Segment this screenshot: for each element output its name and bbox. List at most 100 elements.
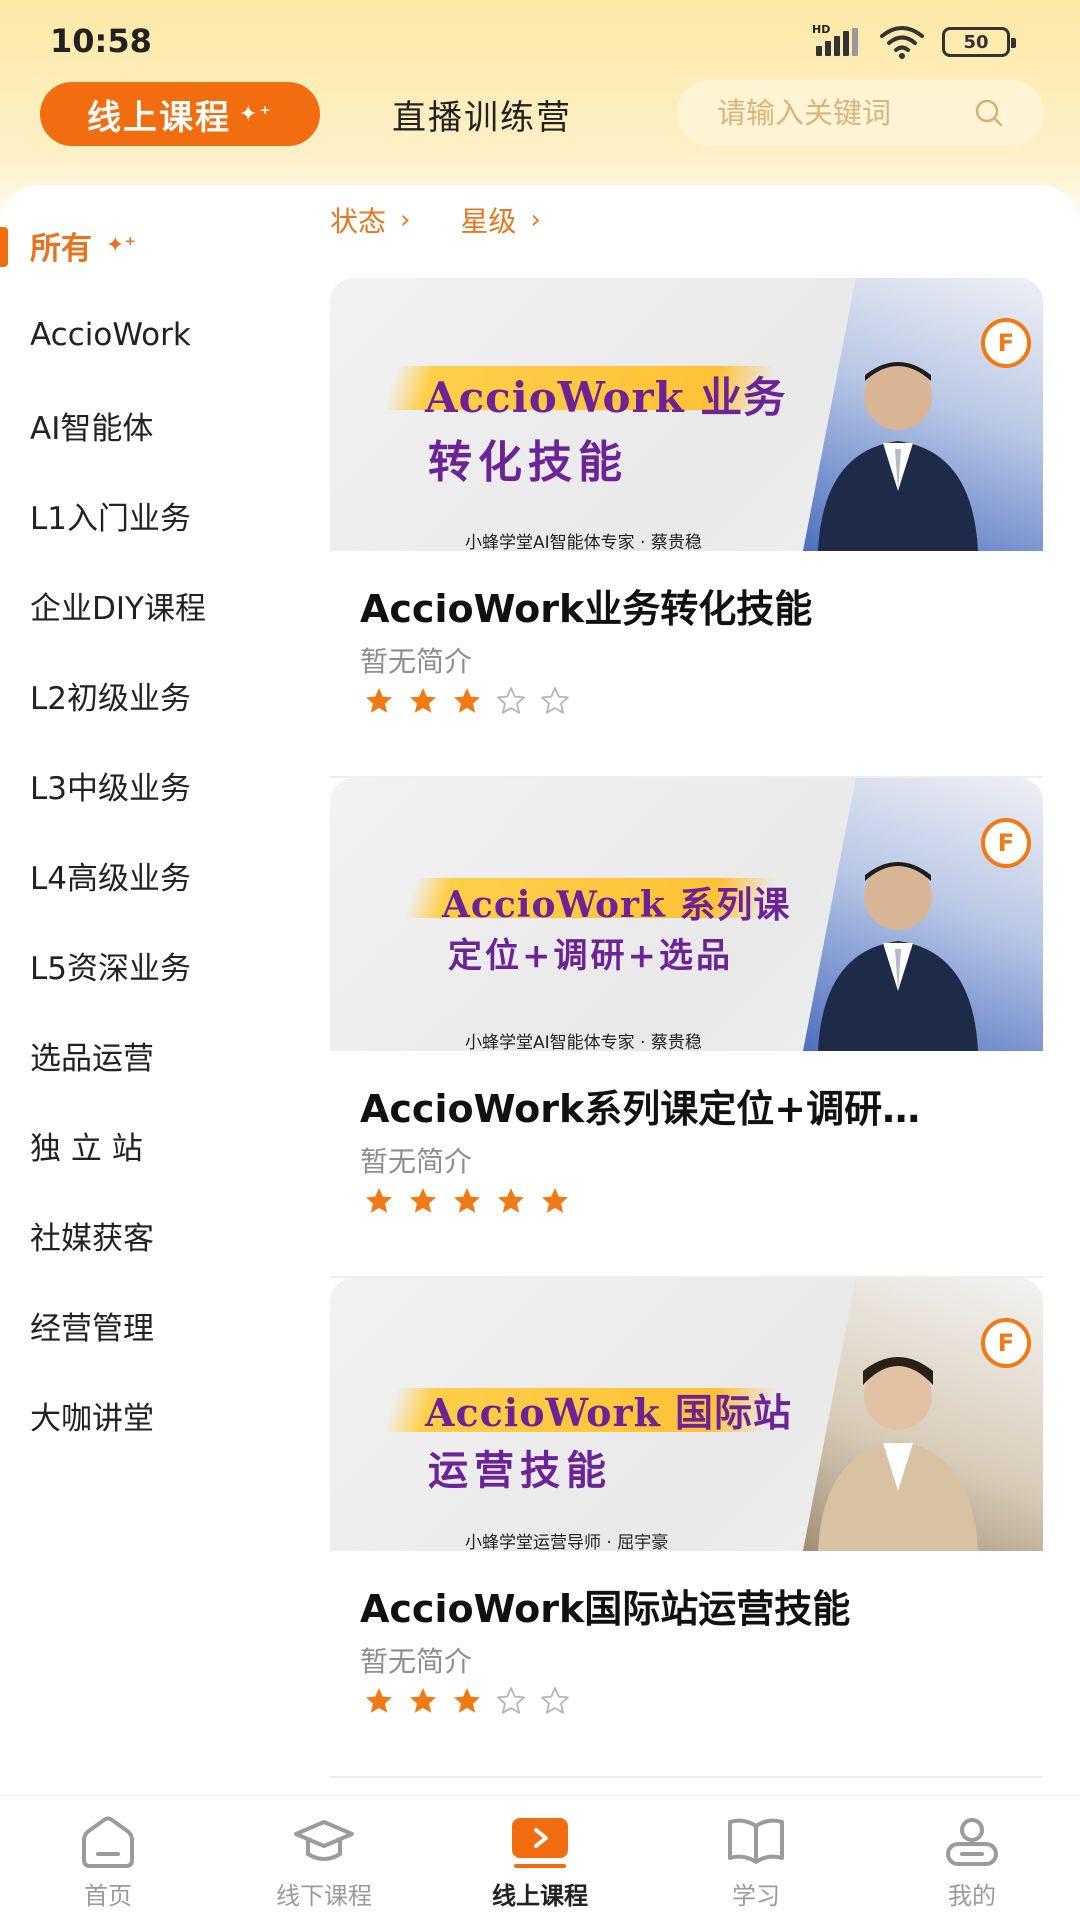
sparkle-icon: ✦⁺ [106, 232, 137, 258]
star-filled-icon [366, 1188, 392, 1213]
nav-home-label: 首页 [84, 1882, 132, 1910]
user-icon [946, 1818, 998, 1866]
course-description: 暂无简介 [360, 1145, 473, 1178]
course-list: AccioWork 业务 转化技能 F 小蜂学堂AI智能体专家 · 蔡贵稳 Ac… [330, 278, 1043, 1778]
thumbnail-caption: 小蜂学堂AI智能体专家 · 蔡贵稳 [465, 1033, 702, 1051]
bottom-nav: 首页 线下课程 线上课程 学习 我的 [0, 1795, 1080, 1920]
status-filter-label: 状态 [330, 205, 387, 238]
brand-logo: F [981, 818, 1031, 868]
status-icons: HD 50 [812, 23, 1016, 60]
thumbnail-caption: 小蜂学堂AI智能体专家 · 蔡贵稳 [465, 533, 702, 551]
network-type: HD [812, 23, 831, 36]
thumbnail-title-line2: 转化技能 [428, 437, 628, 488]
sidebar-item-l4[interactable]: L4高级业务 [0, 830, 300, 920]
thumbnail-title-line2: 定位+调研+选品 [448, 936, 733, 976]
battery-level: 50 [963, 31, 989, 53]
star-filled-icon [410, 688, 436, 713]
thumbnail-title-line2: 运营技能 [428, 1447, 612, 1494]
nav-study[interactable]: 学习 [648, 1796, 864, 1920]
tab-online-courses[interactable]: 线上课程 ✦⁺ [40, 82, 320, 146]
course-thumbnail[interactable]: AccioWork 国际站 运营技能 F 小蜂学堂运营导师 · 屈宇豪 [330, 1278, 1043, 1551]
brand-logo: F [981, 318, 1031, 368]
sidebar-item-l5[interactable]: L5资深业务 [0, 920, 300, 1010]
course-card[interactable]: AccioWork 业务 转化技能 F 小蜂学堂AI智能体专家 · 蔡贵稳 Ac… [330, 278, 1043, 778]
filter-bar: 状态 › 星级 › [330, 200, 541, 240]
course-description: 暂无简介 [360, 1645, 473, 1678]
course-title[interactable]: AccioWork业务转化技能 [360, 578, 1030, 633]
thumbnail-title-line1: AccioWork 系列课 [442, 884, 791, 926]
sidebar-item-label: 所有 [30, 230, 92, 267]
course-title[interactable]: AccioWork系列课定位+调研… [360, 1078, 1030, 1133]
sidebar-item-ai-agent[interactable]: AI智能体 [0, 380, 300, 470]
sidebar-item-expert-lecture[interactable]: 大咖讲堂 [0, 1370, 300, 1460]
nav-home[interactable]: 首页 [0, 1796, 216, 1920]
course-thumbnail[interactable]: AccioWork 系列课 定位+调研+选品 F 小蜂学堂AI智能体专家 · 蔡… [330, 778, 1043, 1051]
nav-offline-courses[interactable]: 线下课程 [216, 1796, 432, 1920]
star-filter-label: 星级 [460, 205, 517, 238]
star-filled-icon [410, 1188, 436, 1213]
thumbnail-caption: 小蜂学堂运营导师 · 屈宇豪 [465, 1533, 669, 1551]
sidebar-item-all[interactable]: 所有 ✦⁺ [0, 200, 300, 290]
nav-online-courses[interactable]: 线上课程 [432, 1796, 648, 1920]
star-empty-icon [497, 1687, 525, 1714]
star-filled-icon [366, 1688, 392, 1713]
home-icon [82, 1816, 134, 1868]
sidebar-item-l3[interactable]: L3中级业务 [0, 740, 300, 830]
search-input[interactable] [717, 96, 957, 130]
course-title[interactable]: AccioWork国际站运营技能 [360, 1578, 1030, 1633]
star-filled-icon [454, 688, 480, 713]
star-filled-icon [410, 1688, 436, 1713]
instructor-photo [818, 862, 978, 1051]
instructor-photo [818, 1357, 978, 1551]
brand-logo: F [981, 1318, 1031, 1368]
sidebar-item-l2[interactable]: L2初级业务 [0, 650, 300, 740]
nav-online-label: 线上课程 [492, 1882, 588, 1910]
search-box[interactable] [677, 80, 1044, 146]
star-filled-icon [454, 1188, 480, 1213]
nav-mine-label: 我的 [948, 1882, 996, 1910]
star-rating [364, 1686, 570, 1716]
nav-mine[interactable]: 我的 [864, 1796, 1080, 1920]
star-filled-icon [454, 1688, 480, 1713]
book-icon [728, 1818, 784, 1864]
sidebar-item-l1[interactable]: L1入门业务 [0, 470, 300, 560]
tab-live-camp[interactable]: 直播训练营 [392, 88, 572, 140]
star-filled-icon [366, 688, 392, 713]
status-time: 10:58 [50, 22, 152, 60]
sidebar-item-product-selection[interactable]: 选品运营 [0, 1010, 300, 1100]
chevron-right-icon: › [530, 205, 541, 235]
play-icon [512, 1818, 568, 1868]
course-card[interactable]: AccioWork 系列课 定位+调研+选品 F 小蜂学堂AI智能体专家 · 蔡… [330, 778, 1043, 1278]
star-rating [364, 686, 570, 716]
wifi-icon [880, 26, 924, 59]
star-empty-icon [541, 1687, 569, 1714]
course-card[interactable]: AccioWork 国际站 运营技能 F 小蜂学堂运营导师 · 屈宇豪 Acci… [330, 1278, 1043, 1778]
star-filled-icon [542, 1188, 568, 1213]
star-filter[interactable]: 星级 › [460, 200, 540, 240]
graduation-cap-icon [294, 1820, 354, 1861]
battery-icon: 50 [942, 27, 1016, 57]
nav-study-label: 学习 [732, 1882, 780, 1910]
star-filled-icon [498, 1188, 524, 1213]
star-empty-icon [541, 687, 569, 714]
chevron-right-icon: › [400, 205, 411, 235]
course-description: 暂无简介 [360, 645, 473, 678]
sidebar-item-management[interactable]: 经营管理 [0, 1280, 300, 1370]
star-rating [364, 1186, 570, 1216]
thumbnail-title-line1: AccioWork 国际站 [425, 1390, 793, 1435]
sidebar-item-acciowork[interactable]: AccioWork [0, 290, 300, 380]
instructor-photo [818, 362, 978, 551]
star-empty-icon [497, 687, 525, 714]
thumbnail-title-line1: AccioWork 业务 [425, 373, 787, 422]
sidebar-item-independent-site[interactable]: 独 立 站 [0, 1100, 300, 1190]
status-bar: 10:58 HD 50 [0, 0, 1080, 80]
status-filter[interactable]: 状态 › [330, 200, 410, 240]
search-icon[interactable] [974, 98, 1004, 128]
course-thumbnail[interactable]: AccioWork 业务 转化技能 F 小蜂学堂AI智能体专家 · 蔡贵稳 [330, 278, 1043, 551]
nav-offline-label: 线下课程 [276, 1882, 372, 1910]
signal-icon: HD [812, 23, 862, 58]
category-sidebar: 所有 ✦⁺ AccioWork AI智能体 L1入门业务 企业DIY课程 L2初… [0, 200, 300, 1460]
sparkle-icon: ✦⁺ [238, 101, 274, 127]
sidebar-item-social-media[interactable]: 社媒获客 [0, 1190, 300, 1280]
sidebar-item-enterprise-diy[interactable]: 企业DIY课程 [0, 560, 300, 650]
